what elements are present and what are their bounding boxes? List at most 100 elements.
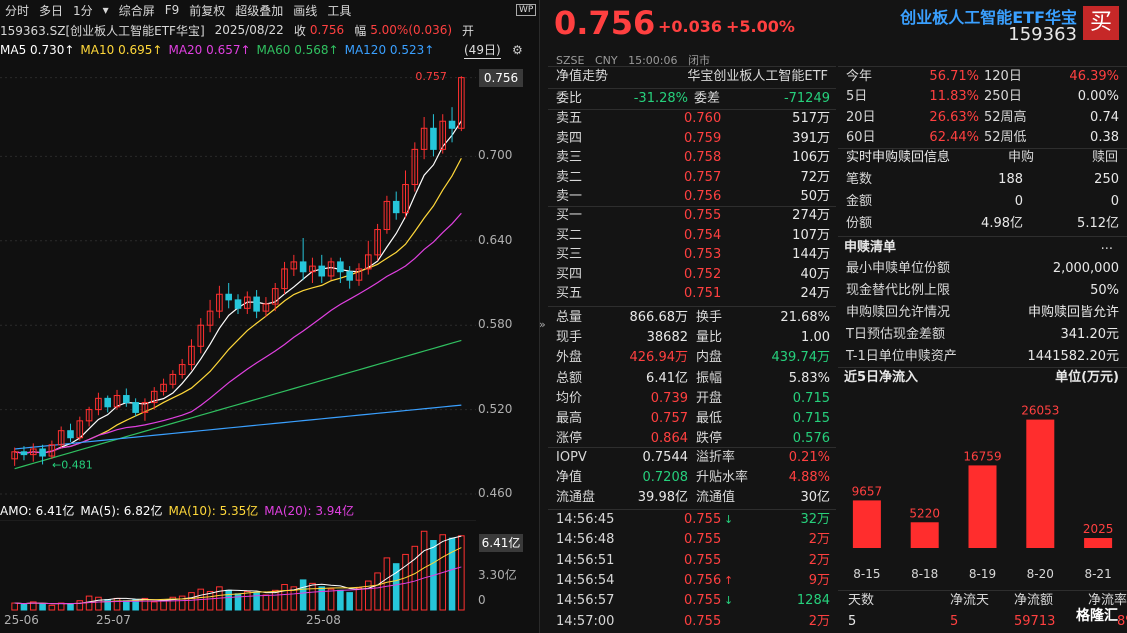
stat-value: 38682 [646,330,688,346]
flow-footer-value: 5 [848,614,857,629]
subred-title: 实时申购赎回信息 [846,150,951,165]
y-tick-label: 0.640 [478,232,513,247]
toolbar-item-1[interactable]: 多日 [34,2,68,19]
subred-red: 250 [1094,172,1119,187]
subred-label: 金额 [846,194,873,209]
volume-bar [411,545,419,611]
volume-bar [271,589,279,611]
subred-red: 5.12亿 [1077,216,1119,231]
last-price: 0.756 [554,4,656,42]
book-volume: 144万 [792,247,830,262]
perf-value: 62.44% [929,129,979,145]
toolbar-item-3[interactable]: ▾ [98,3,114,17]
toolbar-item-8[interactable]: 画线 [288,2,322,19]
stat-value: 439.74万 [771,350,831,366]
volume-bar [20,603,28,611]
stat-value: 6.41亿 [646,370,688,386]
flow-bar-chart: 9657 8-15 5220 8-18 16759 8-19 26053 8-20 2025 8-… [852,404,1114,581]
tick-price: 0.755 [684,532,722,548]
symbol-label: 159363.SZ[创业板人工智能ETF华宝] [0,23,205,38]
book-volume: 107万 [792,227,830,243]
volume-bar [39,603,46,611]
book-price[interactable]: 0.760 [684,109,721,129]
toolbar-item-7[interactable]: 超级叠加 [230,2,288,19]
flow-category-label: 8-19 [969,567,996,581]
weicha-value: -71249 [783,91,830,106]
flow-title: 近5日净流入 [844,370,919,385]
book-price[interactable]: 0.758 [684,148,721,168]
volume-bar [11,602,18,611]
volume-bar [402,553,409,611]
flow-unit: 单位(万元) [1055,370,1119,385]
book-price[interactable]: 0.759 [684,129,721,149]
toolbar-item-6[interactable]: 前复权 [184,2,230,19]
tick-volume: 2万 [808,552,830,568]
volume-bar [337,589,344,611]
volume-bar [420,530,428,611]
stat-label: 振幅 [696,370,723,386]
toolbar-item-0[interactable]: 分时 [0,2,34,19]
fund-code: 159363 [1008,24,1077,45]
book-label: 卖一 [556,189,583,204]
book-price[interactable]: 0.753 [684,245,721,265]
perf-label: 52周低 [984,129,1027,145]
change-label: 幅 [354,23,367,38]
stat-value: 0.739 [650,390,688,406]
toolbar-item-2[interactable]: 1分 [68,2,98,19]
perf-label: 60日 [846,129,876,145]
info-bar: 159363.SZ[创业板人工智能ETF华宝] 2025/08/22 收 0.7… [0,20,540,40]
book-price[interactable]: 0.752 [684,265,721,285]
book-price[interactable]: 0.757 [684,168,721,188]
stat-value: 39.98亿 [637,490,688,506]
book-label: 买五 [556,286,583,301]
toolbar-item-5[interactable]: F9 [160,3,185,17]
flow-bar-label: 9657 [852,484,883,498]
period-label[interactable]: (49日) [464,41,501,59]
perf-label: 今年 [846,69,873,84]
book-volume: 24万 [800,286,830,301]
tick-volume: 2万 [808,532,830,548]
book-price[interactable]: 0.755 [684,206,721,226]
toolbar-item-9[interactable]: 工具 [322,2,356,19]
toolbar-item-4[interactable]: 综合屏 [114,2,160,19]
date-label: 2025/08/22 [214,23,284,37]
stat-value: 426.94万 [629,350,689,366]
flow-bar [1026,419,1055,548]
volume-bar [383,557,391,611]
flow-bar-label: 16759 [963,449,1001,463]
settings-icon[interactable]: ⚙ [512,43,523,57]
nav-trend-label[interactable]: 净值走势 [556,67,608,87]
buy-button[interactable]: 买 [1083,6,1119,40]
stat-label: 最低 [696,411,723,426]
perf-label: 20日 [846,109,876,125]
candle-body [337,261,344,273]
stat-value: 30亿 [800,490,830,506]
list-value: 1441582.20元 [1027,349,1119,364]
ma60-line [14,339,462,470]
volume-bar [160,600,167,611]
list-more-icon[interactable]: ... [1101,236,1113,256]
volume-bar [458,535,465,611]
list-label: 申购赎回允许情况 [846,305,951,320]
weibi-label: 委比 [556,91,583,106]
book-volume: 106万 [792,150,830,165]
tick-time: 14:56:54 [556,572,615,588]
book-price[interactable]: 0.756 [684,187,721,207]
list-label: 现金替代比例上限 [846,283,951,298]
book-label: 买一 [556,208,583,223]
subred-label: 份额 [846,216,873,231]
stat-value: 1.00 [801,330,830,346]
kline-chart[interactable]: 0.757 ←0.481 [0,60,540,500]
wp-icon[interactable]: WP [516,4,537,16]
list-label: T-1日单位申赎资产 [846,349,957,364]
flow-footer-header: 净流额 [1014,593,1054,608]
volume-bar [95,596,102,611]
book-price[interactable]: 0.751 [684,284,721,304]
volume-bar [113,597,121,611]
volume-bar [392,563,400,611]
book-price[interactable]: 0.754 [684,226,721,246]
tick-arrow-icon: ↓ [724,513,734,526]
volume-chart[interactable] [0,520,540,612]
volume-bar [244,590,251,611]
high-annotation: 0.757 [415,70,447,83]
